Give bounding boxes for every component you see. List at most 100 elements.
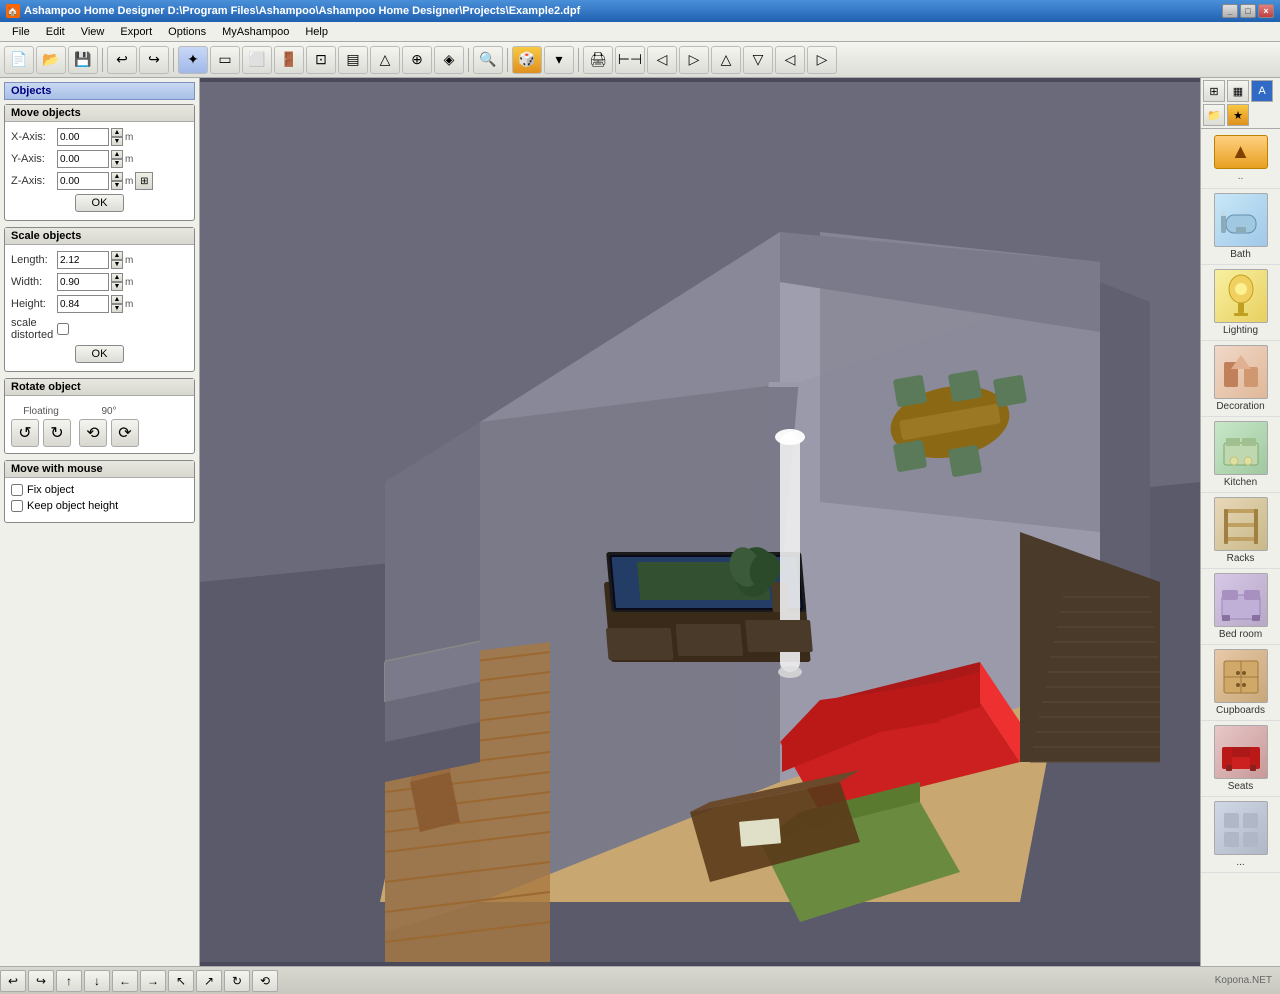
- toolbar-undo[interactable]: ↩: [107, 46, 137, 74]
- viewport[interactable]: [200, 78, 1200, 966]
- rotate-left-button[interactable]: ↺: [11, 419, 39, 447]
- menu-help[interactable]: Help: [297, 24, 336, 40]
- x-axis-spinners[interactable]: ▲ ▼: [111, 128, 123, 146]
- z-axis-down[interactable]: ▼: [111, 181, 123, 190]
- toolbar-nav1[interactable]: ◁: [647, 46, 677, 74]
- maximize-button[interactable]: □: [1240, 4, 1256, 18]
- toolbar-search[interactable]: 🔍: [473, 46, 503, 74]
- category-more[interactable]: ...: [1201, 797, 1280, 873]
- toolbar-new[interactable]: 📄: [4, 46, 34, 74]
- nav-up-arrow[interactable]: ▲: [1214, 135, 1268, 169]
- menu-view[interactable]: View: [73, 24, 113, 40]
- length-down[interactable]: ▼: [111, 260, 123, 269]
- height-input[interactable]: [57, 295, 109, 313]
- menu-export[interactable]: Export: [112, 24, 160, 40]
- tab-folder[interactable]: 📁: [1203, 104, 1225, 126]
- menu-options[interactable]: Options: [160, 24, 214, 40]
- width-down[interactable]: ▼: [111, 282, 123, 291]
- toolbar-door[interactable]: 🚪: [274, 46, 304, 74]
- menu-edit[interactable]: Edit: [38, 24, 73, 40]
- category-bedroom[interactable]: Bed room: [1201, 569, 1280, 645]
- nav-rotate-cw[interactable]: ↻: [224, 970, 250, 992]
- height-spinners[interactable]: ▲ ▼: [111, 295, 123, 313]
- y-axis-up[interactable]: ▲: [111, 150, 123, 159]
- y-axis-down[interactable]: ▼: [111, 159, 123, 168]
- category-decoration[interactable]: Decoration: [1201, 341, 1280, 417]
- toolbar-wall[interactable]: ▭: [210, 46, 240, 74]
- kopona-watermark: Kopona.NET: [1215, 975, 1272, 986]
- width-up[interactable]: ▲: [111, 273, 123, 282]
- menu-myashampoo[interactable]: MyAshampoo: [214, 24, 297, 40]
- nav-left[interactable]: ←: [112, 970, 138, 992]
- keep-height-checkbox[interactable]: [11, 500, 23, 512]
- title-bar: 🏠 Ashampoo Home Designer D:\Program File…: [0, 0, 1280, 22]
- toolbar-window2[interactable]: ⊡: [306, 46, 336, 74]
- x-axis-input[interactable]: [57, 128, 109, 146]
- nav-down-btn[interactable]: ↓: [84, 970, 110, 992]
- rotate-90-left-button[interactable]: ⟲: [79, 419, 107, 447]
- nav-up[interactable]: ▲ ..: [1201, 129, 1280, 189]
- toolbar-roof[interactable]: △: [370, 46, 400, 74]
- toolbar-measure[interactable]: ⊕: [402, 46, 432, 74]
- toolbar-3d[interactable]: 🎲: [512, 46, 542, 74]
- z-axis-spinners[interactable]: ▲ ▼: [111, 172, 123, 190]
- nav-rotate-ccw[interactable]: ⟲: [252, 970, 278, 992]
- nav-right[interactable]: →: [140, 970, 166, 992]
- toolbar-dim[interactable]: ⊢⊣: [615, 46, 645, 74]
- toolbar-stairs[interactable]: ▤: [338, 46, 368, 74]
- toolbar-nav5[interactable]: ◁: [775, 46, 805, 74]
- nav-back[interactable]: ↩: [0, 970, 26, 992]
- length-spinners[interactable]: ▲ ▼: [111, 251, 123, 269]
- length-input[interactable]: [57, 251, 109, 269]
- toolbar-room[interactable]: ⬜: [242, 46, 272, 74]
- scale-distorted-checkbox[interactable]: [57, 323, 69, 335]
- toolbar-save[interactable]: 💾: [68, 46, 98, 74]
- nav-upright[interactable]: ↗: [196, 970, 222, 992]
- category-kitchen[interactable]: Kitchen: [1201, 417, 1280, 493]
- height-up[interactable]: ▲: [111, 295, 123, 304]
- minimize-button[interactable]: _: [1222, 4, 1238, 18]
- toolbar-nav3[interactable]: △: [711, 46, 741, 74]
- toolbar-nav4[interactable]: ▽: [743, 46, 773, 74]
- window-controls[interactable]: _ □ ×: [1222, 4, 1274, 18]
- length-up[interactable]: ▲: [111, 251, 123, 260]
- category-racks[interactable]: Racks: [1201, 493, 1280, 569]
- z-axis-input[interactable]: [57, 172, 109, 190]
- toolbar-select[interactable]: ✦: [178, 46, 208, 74]
- x-axis-down[interactable]: ▼: [111, 137, 123, 146]
- close-button[interactable]: ×: [1258, 4, 1274, 18]
- tab-star[interactable]: ★: [1227, 104, 1249, 126]
- category-lighting[interactable]: Lighting: [1201, 265, 1280, 341]
- app-icon: 🏠: [6, 4, 20, 18]
- category-seats[interactable]: Seats: [1201, 721, 1280, 797]
- width-spinners[interactable]: ▲ ▼: [111, 273, 123, 291]
- menu-file[interactable]: File: [4, 24, 38, 40]
- width-input[interactable]: [57, 273, 109, 291]
- y-axis-input[interactable]: [57, 150, 109, 168]
- z-axis-file[interactable]: ⊞: [135, 172, 153, 190]
- toolbar-print[interactable]: 🖨: [583, 46, 613, 74]
- nav-up-btn[interactable]: ↑: [56, 970, 82, 992]
- nav-forward[interactable]: ↪: [28, 970, 54, 992]
- height-down[interactable]: ▼: [111, 304, 123, 313]
- rotate-right-button[interactable]: ↻: [43, 419, 71, 447]
- rotate-90-right-button[interactable]: ⟳: [111, 419, 139, 447]
- category-cupboards[interactable]: Cupboards: [1201, 645, 1280, 721]
- toolbar-view-toggle[interactable]: ▾: [544, 46, 574, 74]
- tab-grid[interactable]: ⊞: [1203, 80, 1225, 102]
- toolbar-open[interactable]: 📂: [36, 46, 66, 74]
- toolbar-nav6[interactable]: ▷: [807, 46, 837, 74]
- tab-objects[interactable]: A: [1251, 80, 1273, 102]
- toolbar-place[interactable]: ◈: [434, 46, 464, 74]
- fix-object-checkbox[interactable]: [11, 484, 23, 496]
- tab-list[interactable]: ▦: [1227, 80, 1249, 102]
- z-axis-up[interactable]: ▲: [111, 172, 123, 181]
- toolbar-redo[interactable]: ↪: [139, 46, 169, 74]
- nav-upleft[interactable]: ↖: [168, 970, 194, 992]
- move-ok-button[interactable]: OK: [75, 194, 125, 212]
- category-bath[interactable]: Bath: [1201, 189, 1280, 265]
- scale-ok-button[interactable]: OK: [75, 345, 125, 363]
- toolbar-nav2[interactable]: ▷: [679, 46, 709, 74]
- y-axis-spinners[interactable]: ▲ ▼: [111, 150, 123, 168]
- x-axis-up[interactable]: ▲: [111, 128, 123, 137]
